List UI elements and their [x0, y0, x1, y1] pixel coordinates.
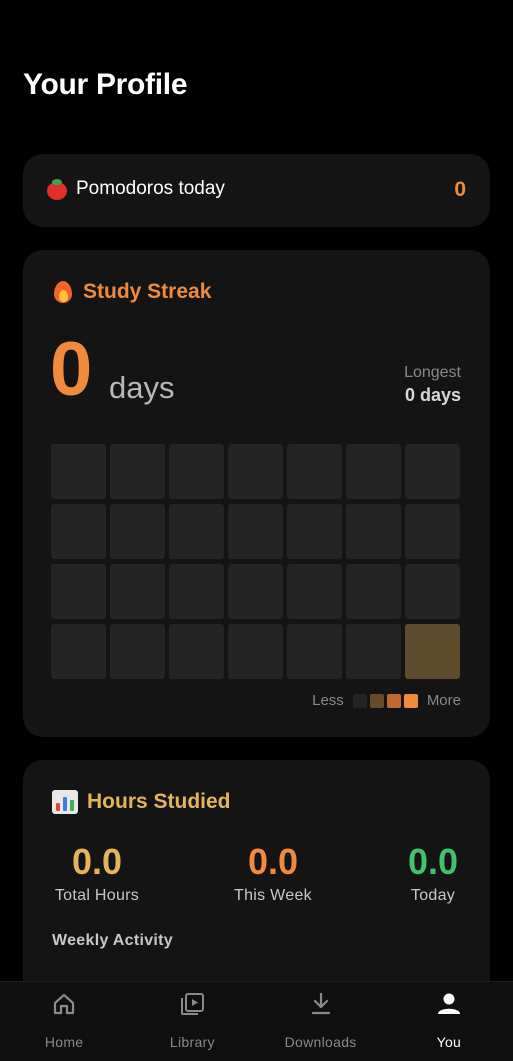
heatmap-cell: [110, 444, 165, 499]
pomodoros-label: Pomodoros today: [76, 178, 225, 199]
total-hours-value: 0.0: [71, 841, 123, 882]
stat-this-week: 0.0 This Week: [223, 844, 323, 905]
heatmap-cell: [228, 624, 283, 679]
longest-streak-value: 0 days: [404, 385, 461, 405]
heatmap-cell: [51, 564, 106, 619]
nav-label-home: Home: [44, 1034, 84, 1050]
home-icon: [54, 993, 75, 1015]
total-hours-label: Total Hours: [54, 887, 140, 904]
nav-label-downloads: Downloads: [284, 1034, 357, 1050]
heatmap-cell: [110, 624, 165, 679]
heatmap-cell: [405, 564, 460, 619]
heatmap-cell: [169, 504, 224, 559]
heatmap-cell: [287, 624, 342, 679]
pomodoros-label-row: Pomodoros today: [46, 178, 225, 200]
heatmap-cell: [405, 624, 460, 679]
streak-count: 0: [50, 327, 93, 412]
stat-total-hours: 0.0 Total Hours: [52, 844, 142, 905]
longest-streak-label: Longest: [404, 364, 461, 381]
this-week-label: This Week: [234, 887, 312, 904]
heatmap-cell: [346, 564, 401, 619]
heatmap-cell: [405, 504, 460, 559]
heatmap-cell: [228, 444, 283, 499]
heatmap-cell: [110, 564, 165, 619]
bottom-navigation: Home Library Downloads You: [0, 981, 513, 1061]
stat-today: 0.0 Today: [389, 844, 477, 905]
legend-swatch-3: [403, 693, 418, 708]
heatmap-cell: [228, 504, 283, 559]
heatmap-legend: Less More: [312, 692, 461, 709]
bar-chart-icon: [52, 790, 78, 814]
tomato-icon: [46, 178, 68, 200]
library-icon: [181, 993, 205, 1015]
heatmap-cell: [287, 564, 342, 619]
legend-more-label: More: [426, 692, 461, 709]
page-title: Your Profile: [23, 68, 188, 101]
streak-heatmap: [51, 444, 460, 679]
nav-item-you[interactable]: You: [385, 982, 513, 1061]
person-icon: [437, 993, 460, 1014]
heatmap-cell: [51, 624, 106, 679]
heatmap-cell: [346, 504, 401, 559]
heatmap-cell: [51, 444, 106, 499]
legend-swatch-0: [352, 693, 367, 708]
nav-item-home[interactable]: Home: [0, 982, 128, 1061]
nav-label-library: Library: [169, 1034, 215, 1050]
heatmap-cell: [110, 504, 165, 559]
heatmap-cell: [51, 504, 106, 559]
this-week-value: 0.0: [247, 841, 299, 882]
heatmap-cell: [228, 564, 283, 619]
nav-item-downloads[interactable]: Downloads: [257, 982, 385, 1061]
legend-less-label: Less: [312, 692, 344, 709]
pomodoros-count: 0: [454, 178, 466, 201]
heatmap-cell: [346, 444, 401, 499]
download-icon: [311, 992, 330, 1015]
heatmap-cell: [169, 624, 224, 679]
legend-swatch-1: [369, 693, 384, 708]
heatmap-cell: [169, 564, 224, 619]
study-streak-card: Study Streak 0 days Longest 0 days Less …: [23, 250, 490, 737]
streak-unit: days: [109, 370, 175, 405]
study-streak-title: Study Streak: [83, 280, 212, 303]
weekly-activity-label: Weekly Activity: [52, 932, 173, 949]
study-streak-heading: Study Streak: [52, 280, 211, 304]
profile-screen: Your Profile Pomodoros today 0 Study Str…: [0, 0, 513, 1061]
today-label: Today: [410, 887, 456, 904]
heatmap-cell: [405, 444, 460, 499]
heatmap-cell: [287, 444, 342, 499]
flame-icon: [52, 280, 74, 304]
hours-studied-heading: Hours Studied: [52, 790, 231, 814]
pomodoros-card: Pomodoros today 0: [23, 154, 490, 227]
today-value: 0.0: [407, 841, 459, 882]
heatmap-cell: [169, 444, 224, 499]
nav-label-you: You: [436, 1034, 462, 1050]
heatmap-cell: [287, 504, 342, 559]
hours-studied-title: Hours Studied: [87, 790, 231, 813]
legend-swatch-2: [386, 693, 401, 708]
heatmap-cell: [346, 624, 401, 679]
nav-item-library[interactable]: Library: [128, 982, 256, 1061]
